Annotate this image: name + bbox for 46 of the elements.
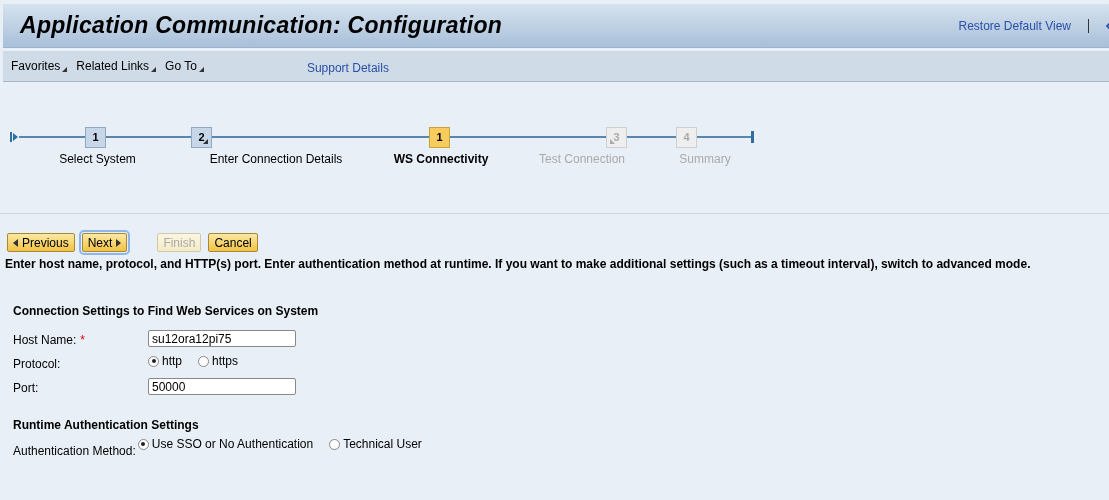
radio-option[interactable]: Technical User [329, 437, 422, 451]
corner-arrow-icon [610, 138, 615, 144]
header-link[interactable]: Restore Default View [958, 18, 1071, 33]
roadmap-end-icon [751, 131, 755, 143]
required-mark: * [80, 333, 86, 347]
section-heading: Runtime Authentication Settings [13, 418, 200, 432]
radio-button[interactable] [329, 438, 341, 450]
roadmap-step: 4 [676, 126, 697, 148]
instruction-text: Enter host name, protocol, and HTTP(s) port. Enter authentication method at runtime. If you want to make additional settings (such as a timeout interval), switch to advanced mode. [5, 257, 1032, 271]
field-label: Authentication Method: [13, 444, 136, 458]
step-label: Test Connection [537, 152, 627, 168]
radio-option[interactable]: http [148, 354, 182, 368]
toolbar-menu[interactable]: Go To [165, 59, 204, 73]
roadmap-start-icon [10, 132, 19, 142]
toolbar-link[interactable]: Support Details [306, 60, 389, 75]
radio-button[interactable] [198, 355, 209, 367]
radio-button[interactable] [148, 355, 159, 367]
corner-arrow-icon [203, 138, 208, 144]
triangle-right-icon [116, 238, 122, 247]
roadmap-step[interactable]: 2 [191, 126, 212, 148]
roadmap-step[interactable]: 1 [85, 126, 106, 148]
corner-arrow-icon [62, 67, 68, 72]
field-label: Host Name: [13, 333, 77, 347]
step-label: Enter Connection Details [208, 152, 344, 168]
corner-arrow-icon [151, 67, 157, 72]
input-field[interactable]: su12ora12pi75 [148, 330, 296, 347]
wizard-button[interactable]: Next [81, 233, 128, 252]
radio-option[interactable]: https [198, 354, 239, 368]
field-label: Protocol: [13, 357, 61, 371]
triangle-left-icon [13, 238, 18, 247]
page-title: Application Communication: Configuration [20, 12, 504, 39]
field-label: Port: [13, 381, 39, 395]
toolbar-menu[interactable]: Related Links [76, 59, 157, 73]
wizard-button[interactable]: Previous [7, 233, 75, 252]
wizard-button[interactable]: Cancel [208, 233, 258, 252]
radio-button[interactable] [137, 438, 149, 450]
roadmap-step: 3 [606, 126, 627, 148]
section-heading: Connection Settings to Find Web Services on System [13, 304, 320, 318]
radio-option[interactable]: Use SSO or No Authentication [137, 437, 314, 451]
step-label: WS Connectivity [392, 152, 490, 168]
step-label: Summary [678, 152, 732, 168]
input-field[interactable]: 50000 [148, 378, 296, 395]
toolbar-menu[interactable]: Favorites [11, 59, 68, 73]
step-label: Select System [58, 152, 137, 168]
corner-arrow-icon [198, 67, 204, 72]
roadmap-step[interactable]: 1 [429, 126, 450, 148]
